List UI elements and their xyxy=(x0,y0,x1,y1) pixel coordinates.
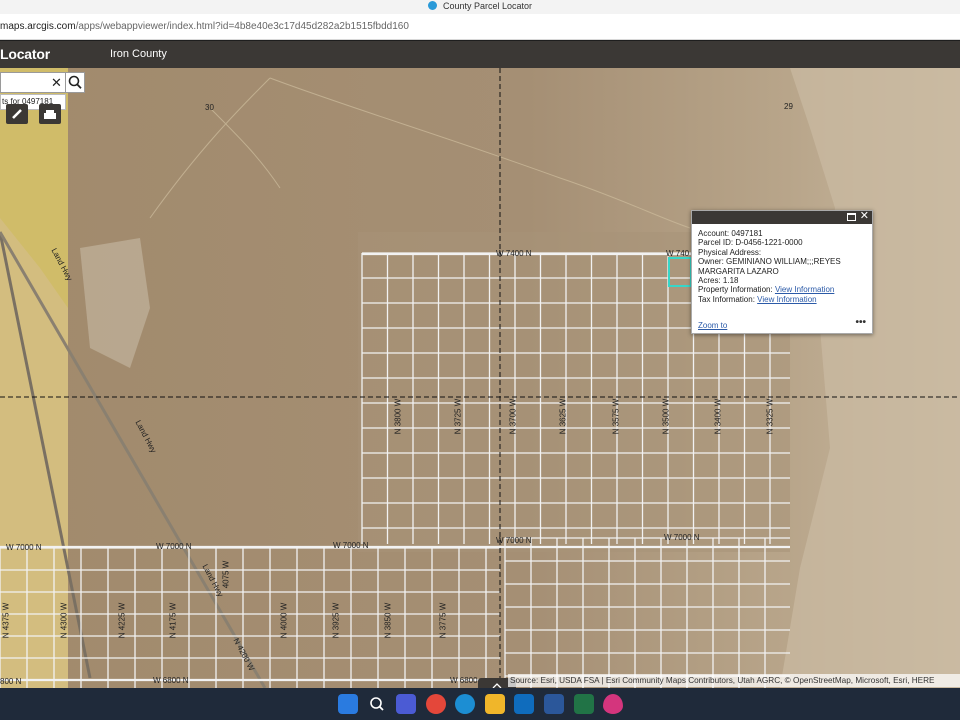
map-view[interactable]: 30 29 W 7400 N W 740 W 7000 N W 7000 N W… xyxy=(0,68,960,688)
road-label: N 3850 W xyxy=(383,602,393,639)
road-label: N 3925 W xyxy=(331,602,341,639)
owner-row: Owner: GEMINIANO WILLIAM;;;REYES MARGARI… xyxy=(698,257,866,276)
account-label: Account: xyxy=(698,229,730,238)
account-row: Account: 0497181 xyxy=(698,229,866,238)
acres-row: Acres: 1.18 xyxy=(698,276,866,285)
app-header: Locator Iron County xyxy=(0,41,960,68)
drop-icon[interactable] xyxy=(603,694,623,714)
road-label: N 3700 W xyxy=(508,398,518,435)
chrome-icon[interactable] xyxy=(426,694,446,714)
road-label: W 7000 N xyxy=(333,541,369,550)
parcel-row: Parcel ID: D-0456-1221-0000 xyxy=(698,238,866,247)
road-label: N 3325 W xyxy=(765,398,775,435)
acres-label: Acres: xyxy=(698,276,721,286)
road-label: N 4000 W xyxy=(279,602,289,639)
zoom-icon[interactable] xyxy=(396,694,416,714)
map-attribution: Source: Esri, USDA FSA | Esri Community … xyxy=(508,674,960,687)
clear-search-icon[interactable]: ✕ xyxy=(51,75,62,90)
property-row: Property Information: View Information xyxy=(698,285,866,294)
taskbar-search-glyph xyxy=(370,697,384,711)
road-label: W 7000 N xyxy=(6,543,42,552)
road-label: N 4300 W xyxy=(59,602,69,639)
owner-label: Owner: xyxy=(698,257,724,267)
section-number-label: 30 xyxy=(205,103,214,112)
file-explorer-icon[interactable] xyxy=(485,694,505,714)
app-title: Locator xyxy=(0,46,50,62)
app-favicon-icon xyxy=(427,1,437,10)
outlook-icon[interactable] xyxy=(514,694,534,714)
search-icon xyxy=(68,75,82,89)
printer-icon xyxy=(44,110,56,119)
account-value: 0497181 xyxy=(731,229,763,238)
section-number-label: 29 xyxy=(784,102,793,111)
road-label: N 3800 W xyxy=(393,398,403,435)
search-button[interactable] xyxy=(66,72,85,93)
print-button[interactable] xyxy=(39,104,61,124)
map-canvas xyxy=(0,68,960,688)
url-path: /apps/webappviewer/index.html?id=4b8e40e… xyxy=(75,21,409,32)
road-label: W 7000 N xyxy=(664,533,700,542)
road-label: 4075 W xyxy=(221,560,231,589)
parcel-popup: ✕ Account: 0497181 Parcel ID: D-0456-122… xyxy=(691,210,873,334)
property-label: Property Information: xyxy=(698,285,773,295)
edge-icon[interactable] xyxy=(455,694,475,714)
zoom-to-link[interactable]: Zoom to xyxy=(698,321,727,330)
search-icon[interactable] xyxy=(367,694,387,714)
parcel-value: D-0456-1221-0000 xyxy=(735,238,803,248)
road-label: N 3400 W xyxy=(713,398,723,435)
address-bar[interactable]: maps.arcgis.com/apps/webappviewer/index.… xyxy=(0,14,960,40)
road-label: N 4175 W xyxy=(168,602,178,639)
word-icon[interactable] xyxy=(544,694,564,714)
window-title: County Parcel Locator xyxy=(442,1,533,11)
search-input[interactable]: ✕ xyxy=(0,72,66,93)
road-label: N 3500 W xyxy=(661,398,671,435)
road-label: W 7400 N xyxy=(496,249,532,258)
road-label: N 4225 W xyxy=(117,602,127,639)
windows-start-icon[interactable] xyxy=(338,694,358,714)
tax-row: Tax Information: View Information xyxy=(698,295,866,304)
acres-value: 1.18 xyxy=(722,276,739,286)
close-icon[interactable]: ✕ xyxy=(860,210,869,223)
road-label: N 4375 W xyxy=(1,602,11,639)
parcel-label: Parcel ID: xyxy=(698,238,734,248)
road-label: W 740 xyxy=(666,249,690,258)
road-label: N 3625 W xyxy=(558,398,568,435)
tax-label: Tax Information: xyxy=(698,294,755,304)
road-label: N 3725 W xyxy=(453,398,463,435)
url-host: maps.arcgis.com xyxy=(0,21,76,32)
road-label: W 7000 N xyxy=(496,536,532,545)
more-options-icon[interactable]: ••• xyxy=(855,317,866,328)
excel-icon[interactable] xyxy=(574,694,594,714)
road-label: N 3575 W xyxy=(611,398,621,435)
maximize-icon[interactable] xyxy=(847,213,856,221)
road-label: 800 N xyxy=(0,677,22,686)
road-label: W 6800 xyxy=(450,676,478,685)
road-label: N 3775 W xyxy=(438,602,448,639)
popup-content: Account: 0497181 Parcel ID: D-0456-1221-… xyxy=(692,224,872,304)
draw-tool-button[interactable] xyxy=(6,104,28,124)
windows-taskbar xyxy=(0,688,960,720)
pencil-icon xyxy=(12,109,22,119)
browser-title-bar: County Parcel Locator xyxy=(0,0,960,14)
road-label: W 7000 N xyxy=(156,542,192,551)
property-info-link[interactable]: View Information xyxy=(775,285,834,294)
road-label: W 6800 N xyxy=(153,676,189,685)
app-subtitle: Iron County xyxy=(110,48,167,60)
popup-header: ✕ xyxy=(692,210,872,224)
address-row: Physical Address: xyxy=(698,247,762,257)
tax-info-link[interactable]: View Information xyxy=(757,295,816,304)
popup-footer: Zoom to xyxy=(698,321,866,330)
